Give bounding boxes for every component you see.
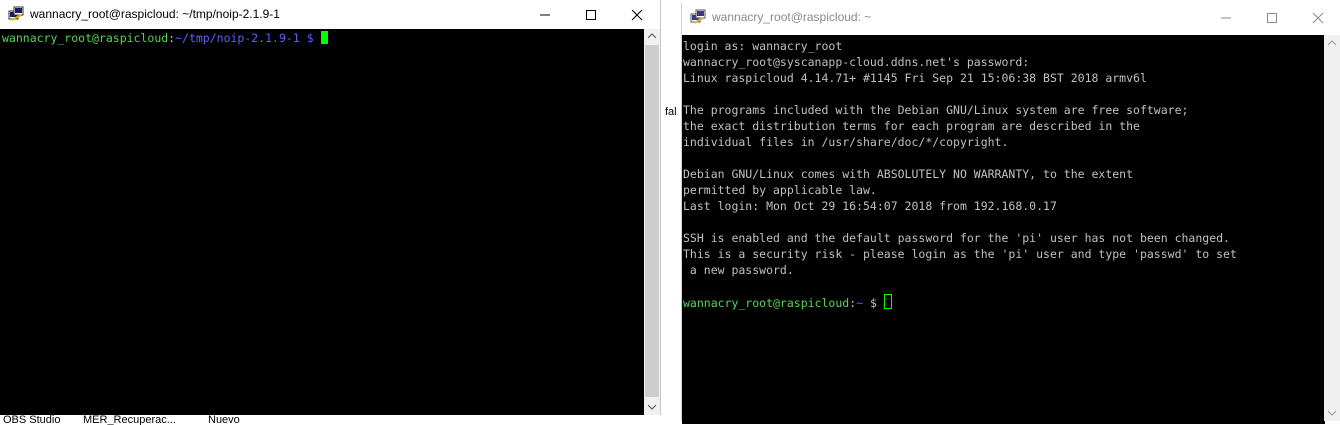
prompt-dollar: $ (863, 296, 884, 310)
putty-icon (8, 6, 24, 21)
terminal-line: This is a security risk - please login a… (683, 247, 1237, 261)
terminal-line: a new password. (683, 263, 794, 277)
scroll-down-icon[interactable] (1328, 410, 1336, 416)
prompt-dollar: $ (299, 31, 321, 45)
terminal-line: The programs included with the Debian GN… (683, 103, 1189, 117)
terminal-line: SSH is enabled and the default password … (683, 231, 1230, 245)
putty-window-left[interactable]: wannacry_root@raspicloud: ~/tmp/noip-2.1… (0, 0, 661, 416)
taskbar-item-nuevo[interactable]: Nuevo (208, 415, 240, 425)
prompt-path: ~/tmp/noip-2.1.9-1 (175, 31, 300, 45)
terminal-area[interactable]: login as: wannacry_root wannacry_root@sys… (682, 35, 1325, 424)
terminal-line: individual files in /usr/share/doc/*/cop… (683, 135, 1009, 149)
terminal-line: permitted by applicable law. (683, 183, 877, 197)
putty-window-right[interactable]: wannacry_root@raspicloud: ~ login as: wa… (681, 3, 1340, 424)
terminal-line: wannacry_root@syscanapp-cloud.ddns.net's… (683, 55, 1030, 69)
minimize-button[interactable] (522, 0, 568, 29)
titlebar-left[interactable]: wannacry_root@raspicloud: ~/tmp/noip-2.1… (0, 0, 660, 29)
putty-icon (690, 9, 706, 24)
background-window-text: fal (665, 106, 677, 118)
close-button[interactable] (1295, 3, 1340, 32)
terminal-cursor (320, 31, 328, 44)
taskbar-item-obs[interactable]: OBS Studio (3, 415, 60, 425)
scroll-down-icon[interactable] (648, 404, 656, 410)
close-button[interactable] (614, 0, 660, 29)
terminal-output: login as: wannacry_root wannacry_root@sys… (683, 38, 1325, 294)
scroll-thumb[interactable] (645, 45, 659, 397)
maximize-button[interactable] (568, 0, 614, 29)
terminal-cursor (883, 294, 892, 309)
taskbar-item-mer[interactable]: MER_Recuperac... (83, 415, 176, 425)
scroll-up-icon[interactable] (648, 33, 656, 39)
scrollbar-right[interactable] (1324, 35, 1340, 421)
close-icon (631, 9, 643, 20)
prompt-line: wannacry_root@raspicloud:~ $ (683, 294, 1325, 311)
close-icon (1312, 12, 1324, 23)
prompt-user: wannacry_root@raspicloud (683, 296, 850, 310)
maximize-icon (586, 9, 596, 20)
terminal-line: the exact distribution terms for each pr… (683, 119, 1140, 133)
window-title: wannacry_root@raspicloud: ~/tmp/noip-2.1… (30, 7, 280, 21)
prompt-user: wannacry_root@raspicloud (2, 31, 169, 45)
terminal-line: login as: wannacry_root (683, 39, 843, 53)
minimize-icon (1221, 17, 1231, 18)
minimize-icon (540, 14, 550, 15)
scroll-up-icon[interactable] (1328, 40, 1336, 46)
terminal-area[interactable]: wannacry_root@raspicloud:~/tmp/noip-2.1.… (0, 29, 644, 416)
terminal-line: Last login: Mon Oct 29 16:54:07 2018 fro… (683, 199, 1057, 213)
titlebar-right[interactable]: wannacry_root@raspicloud: ~ (682, 3, 1340, 32)
taskbar: OBS Studio MER_Recuperac... Nuevo (0, 415, 681, 425)
prompt-path: ~ (856, 296, 864, 310)
terminal-line: Debian GNU/Linux comes with ABSOLUTELY N… (683, 167, 1134, 181)
maximize-icon (1267, 12, 1277, 23)
window-title: wannacry_root@raspicloud: ~ (712, 10, 872, 24)
scrollbar-left[interactable] (644, 29, 660, 415)
maximize-button[interactable] (1249, 3, 1295, 32)
minimize-button[interactable] (1203, 3, 1249, 32)
terminal-line: Linux raspicloud 4.14.71+ #1145 Fri Sep … (683, 71, 1147, 85)
